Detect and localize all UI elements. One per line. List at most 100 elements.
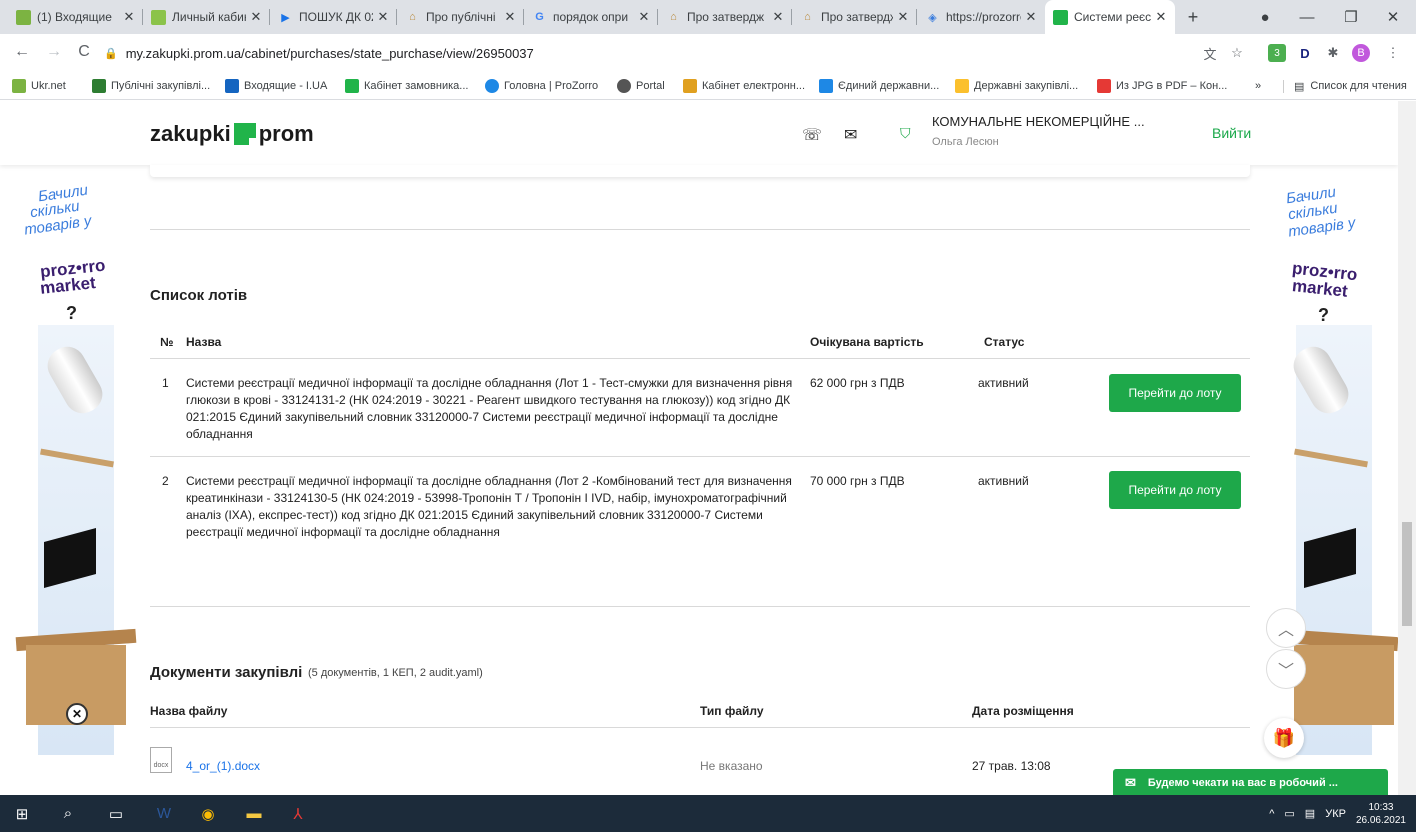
bookmark-item[interactable]: Державні закупівлі...: [955, 77, 1078, 95]
bookmark-item[interactable]: Головна | ProZorro: [485, 77, 598, 95]
address-bar[interactable]: 🔒 my.zakupki.prom.ua/cabinet/purchases/s…: [104, 40, 1254, 66]
browser-tab[interactable]: (1) Входящие ✕: [8, 0, 143, 34]
word-app-icon[interactable]: W: [146, 795, 182, 832]
battery-icon[interactable]: ▭: [1284, 807, 1294, 820]
left-ad-banner[interactable]: Бачили скільки товарів у proz•rro market…: [0, 165, 150, 795]
document-link[interactable]: 4_or_(1).docx: [186, 759, 260, 773]
close-tab-icon[interactable]: ✕: [504, 9, 516, 25]
file-explorer-icon[interactable]: ▬: [236, 795, 272, 832]
lot-price: 62 000 грн з ПДВ: [810, 376, 905, 390]
government-favicon-icon: ⌂: [804, 11, 811, 23]
more-bookmarks-icon[interactable]: »: [1255, 77, 1261, 95]
browser-menu-icon[interactable]: ⋮: [1384, 44, 1402, 62]
reading-list-icon: ▤: [1283, 79, 1304, 93]
search-icon[interactable]: ⌕: [50, 795, 86, 832]
tray-chevron-icon[interactable]: ^: [1269, 808, 1274, 820]
bookmark-item[interactable]: Кабінет електронн...: [683, 77, 805, 95]
back-arrow-icon[interactable]: ←: [12, 42, 32, 62]
bookmark-item[interactable]: Єдиний державни...: [819, 77, 939, 95]
browser-tab[interactable]: Личный кабин ✕: [143, 0, 270, 34]
right-ad-banner[interactable]: Бачили скільки товарів у proz•rro market…: [1258, 165, 1398, 795]
scrollbar-thumb[interactable]: [1402, 522, 1412, 626]
extensions-puzzle-icon[interactable]: ✱: [1324, 44, 1342, 62]
divider: [150, 229, 1250, 230]
close-tab-icon[interactable]: ✕: [1025, 9, 1037, 25]
shield-icon[interactable]: ⛉: [900, 125, 911, 142]
windows-start-icon[interactable]: ⊞: [4, 795, 40, 832]
chat-widget-button[interactable]: ✉ Будемо чекати на вас в робочий ...: [1113, 769, 1388, 795]
bookmark-item[interactable]: Кабінет замовника...: [345, 77, 468, 95]
close-tab-icon[interactable]: ✕: [1155, 9, 1167, 25]
scroll-up-chevron-icon[interactable]: ︿: [1266, 608, 1306, 648]
new-tab-plus-icon[interactable]: +: [1170, 0, 1216, 34]
globe-icon: [617, 79, 631, 93]
extension-shield-icon[interactable]: 3: [1268, 44, 1286, 62]
organization-name[interactable]: КОМУНАЛЬНЕ НЕКОМЕРЦІЙНЕ ...: [932, 114, 1145, 129]
phone-icon[interactable]: ☏: [802, 125, 822, 145]
lots-header-name: Назва: [186, 335, 222, 349]
minimize-icon[interactable]: —: [1284, 0, 1330, 34]
divider: [150, 358, 1250, 359]
go-to-lot-button[interactable]: Перейти до лоту: [1109, 374, 1241, 412]
bookmark-item[interactable]: Portal: [617, 77, 665, 95]
docs-header-date: Дата розміщення: [972, 704, 1074, 718]
clock[interactable]: 10:33 26.06.2021: [1356, 801, 1406, 827]
close-tab-icon[interactable]: ✕: [897, 9, 909, 25]
extension-d-icon[interactable]: D: [1296, 44, 1314, 62]
lots-section-title: Список лотів: [150, 287, 248, 304]
acrobat-app-icon[interactable]: ⅄: [280, 795, 316, 832]
close-tab-icon[interactable]: ✕: [123, 9, 135, 25]
close-tab-icon[interactable]: ✕: [377, 9, 389, 25]
document-date: 27 трав. 13:08: [972, 759, 1051, 773]
logo-square-icon: [233, 123, 259, 148]
profile-avatar[interactable]: B: [1352, 44, 1370, 62]
close-tab-icon[interactable]: ✕: [772, 9, 784, 25]
lot-number: 1: [162, 376, 169, 390]
chrome-app-icon[interactable]: ◉: [190, 795, 226, 832]
docx-file-icon: docx: [150, 747, 172, 773]
reading-list-button[interactable]: ▤ Список для чтения: [1283, 77, 1407, 95]
bookmarks-bar: Ukr.net Публічні закупівлі... Входящие -…: [0, 70, 1416, 100]
close-banner-icon[interactable]: ✕: [66, 703, 88, 725]
restore-icon[interactable]: ❐: [1328, 0, 1374, 34]
browser-tab-active[interactable]: Системи реєс ✕: [1045, 0, 1175, 34]
play-favicon-icon: ▶: [281, 11, 290, 24]
banner-brand-line: market: [1291, 276, 1349, 301]
site-header: zakupki prom ☏ ✉ ⛉ КОМУНАЛЬНЕ НЕКОМЕРЦІЙН…: [0, 101, 1398, 165]
forward-arrow-icon[interactable]: →: [44, 42, 64, 62]
lots-header-status: Статус: [984, 335, 1025, 349]
browser-tab[interactable]: G порядок опри ✕: [524, 0, 658, 34]
page-scrollbar[interactable]: [1398, 101, 1416, 795]
browser-tab[interactable]: ⌂ Про затвердж ✕: [658, 0, 792, 34]
zakupki-prom-logo[interactable]: zakupki prom: [150, 121, 314, 148]
task-view-icon[interactable]: ▭: [98, 795, 134, 832]
bookmark-star-icon[interactable]: ☆: [1228, 44, 1246, 62]
lots-header-price: Очікувана вартість: [810, 335, 924, 349]
browser-tab[interactable]: ⌂ Про затвердж ✕: [792, 0, 917, 34]
registry-icon: [819, 79, 833, 93]
gift-icon[interactable]: 🎁: [1264, 718, 1304, 758]
browser-tab[interactable]: ⌂ Про публічні ✕: [397, 0, 524, 34]
bookmark-item[interactable]: Публічні закупівлі...: [92, 77, 210, 95]
scroll-down-chevron-icon[interactable]: ﹀: [1266, 649, 1306, 689]
close-tab-icon[interactable]: ✕: [638, 9, 650, 25]
bookmark-item[interactable]: Ukr.net: [12, 77, 66, 95]
logout-link[interactable]: Вийти: [1212, 125, 1251, 141]
bookmark-item[interactable]: Входящие - I.UA: [225, 77, 327, 95]
close-tab-icon[interactable]: ✕: [250, 9, 262, 25]
user-name: Ольга Лесюн: [932, 136, 999, 148]
go-to-lot-button[interactable]: Перейти до лоту: [1109, 471, 1241, 509]
tab-search-icon[interactable]: ●: [1242, 0, 1288, 34]
browser-tab[interactable]: ◈ https://prozorro ✕: [917, 0, 1045, 34]
window-close-icon[interactable]: ✕: [1370, 0, 1416, 34]
reload-icon[interactable]: C: [74, 42, 94, 62]
language-indicator[interactable]: УКР: [1325, 808, 1346, 820]
envelope-icon: ✉: [1125, 775, 1136, 790]
ukrnet-icon: [12, 79, 26, 93]
lots-header-num: №: [160, 335, 174, 349]
browser-tab[interactable]: ▶ ПОШУК ДК 02 ✕: [270, 0, 397, 34]
keyboard-icon[interactable]: ▤: [1305, 807, 1315, 820]
bookmark-item[interactable]: Из JPG в PDF – Кон...: [1097, 77, 1227, 95]
mail-envelope-icon[interactable]: ✉: [844, 125, 857, 145]
translate-icon[interactable]: 文: [1201, 44, 1219, 62]
